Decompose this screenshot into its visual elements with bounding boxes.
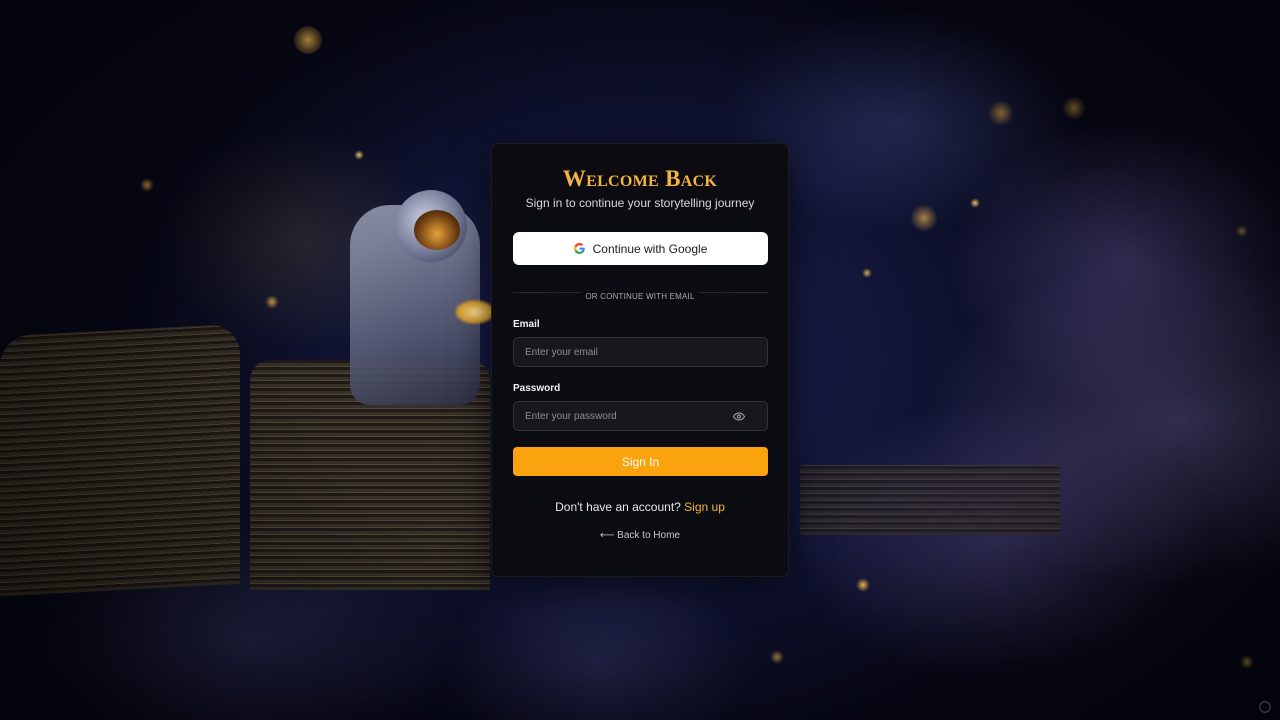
divider-label: OR CONTINUE WITH EMAIL xyxy=(581,292,699,301)
page-subtitle: Sign in to continue your storytelling jo… xyxy=(525,196,755,210)
password-input[interactable] xyxy=(513,401,768,431)
sign-up-link[interactable]: Sign up xyxy=(684,500,725,514)
eye-icon[interactable] xyxy=(732,410,746,422)
back-to-home-label: Back to Home xyxy=(617,530,680,541)
google-g-icon xyxy=(573,243,585,254)
email-label: Email xyxy=(513,319,540,330)
login-card: Welcome Back Sign in to continue your st… xyxy=(491,143,789,577)
google-signin-button[interactable]: Continue with Google xyxy=(513,232,768,265)
back-to-home-link[interactable]: ⟵ Back to Home xyxy=(492,530,788,541)
watermark-icon xyxy=(1259,701,1271,713)
signup-prompt-line: Don't have an account? Sign up xyxy=(492,500,788,514)
signup-prompt: Don't have an account? xyxy=(555,500,681,514)
watermark-logo xyxy=(1258,700,1272,714)
google-signin-label: Continue with Google xyxy=(592,241,708,256)
divider-label-wrap: OR CONTINUE WITH EMAIL xyxy=(492,286,788,304)
password-label: Password xyxy=(513,383,561,394)
email-input[interactable] xyxy=(513,337,768,367)
back-arrow-icon: ⟵ xyxy=(600,530,615,541)
page-title: Welcome Back xyxy=(562,166,718,191)
sign-in-button[interactable]: Sign In xyxy=(513,447,768,476)
